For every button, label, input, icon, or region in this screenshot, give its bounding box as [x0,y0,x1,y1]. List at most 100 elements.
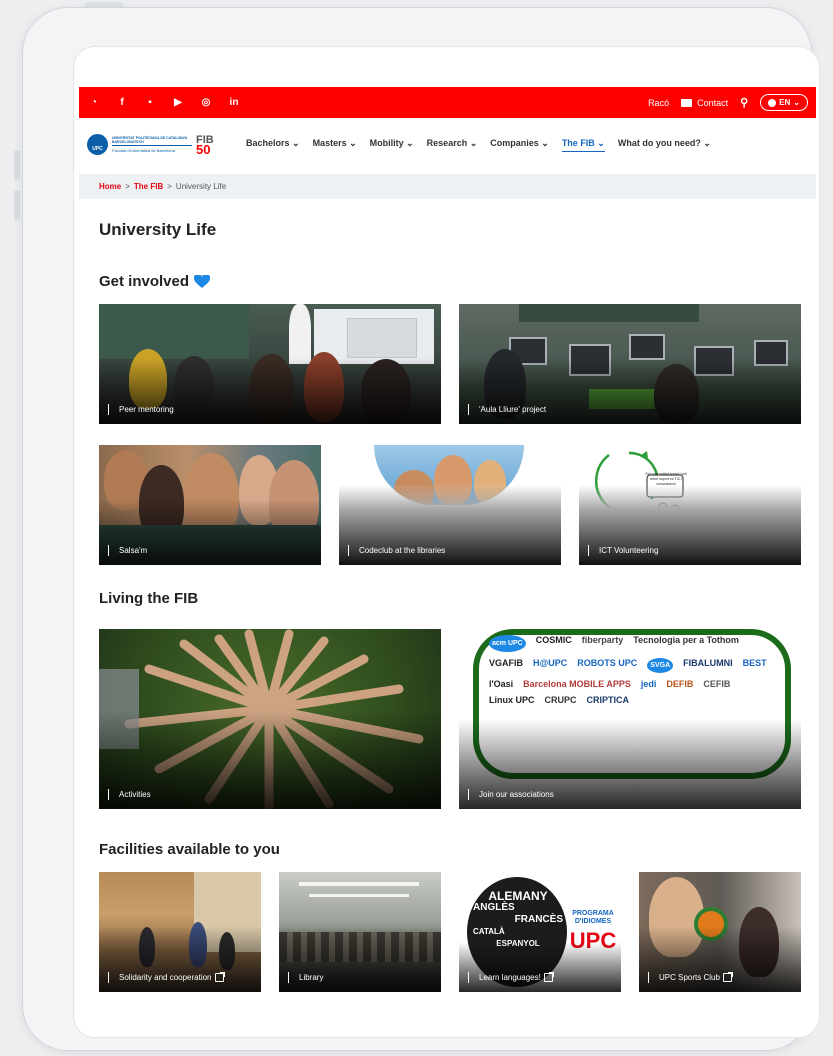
card-ict-volunteering[interactable]: Sóc una entitat social i vull rebre supo… [579,445,801,565]
card-label: Join our associations [468,789,554,800]
breadcrumb-separator: > [167,182,172,191]
card-label: Peer mentoring [108,404,174,415]
card-label: Library [288,972,323,983]
association-logo: l'Oasi [489,679,514,689]
card-label-text: Learn languages! [479,973,541,982]
section-title-living: Living the FIB [99,590,198,607]
menu-item-the-fib[interactable]: The FIB ⌄ [561,138,605,152]
association-logo: FIBALUMNI [683,658,733,668]
breadcrumb-current: University Life [175,182,227,191]
breadcrumb-home[interactable]: Home [99,182,121,191]
chevron-down-icon: ⌄ [793,98,800,107]
tablet-side-button [14,150,20,180]
card-label-text: 'Aula Lliure' project [479,405,547,414]
rss-icon[interactable]: ◔ [87,97,101,108]
search-icon[interactable]: ⚲ [740,96,748,109]
language-word: CATALÀ [473,927,505,936]
card-label-text: Salsa'm [119,546,148,555]
card-label-text: UPC Sports Club [659,973,720,982]
association-logo: DEFIB [666,679,694,689]
association-logo: CRIPTICA [586,695,630,705]
living-heading: Living the FIB [99,590,199,607]
card-label: Activities [108,789,151,800]
flickr-icon[interactable]: ▪ [143,97,157,108]
contact-link[interactable]: Contact [681,98,728,108]
card-activities[interactable]: Activities [99,629,441,809]
card-salsam[interactable]: Salsa'm [99,445,321,565]
external-link-icon [214,972,225,982]
card-codeclub[interactable]: Codeclub at the libraries [339,445,561,565]
browser-screen: ◔ f ▪ ▶ ◎ in Racó Contact ⚲ EN ⌄ UPC UNI… [73,46,820,1038]
menu-bar: Bachelors ⌄ Masters ⌄ Mobility ⌄ Research ⌄… [246,138,711,152]
upc-logo-icon: UPC [87,134,108,155]
menu-item-mobility[interactable]: Mobility ⌄ [370,138,414,152]
card-library[interactable]: Library [279,872,441,992]
association-logo: Linux UPC [489,695,535,705]
association-logo: COSMIC [535,635,572,645]
card-label-text: Solidarity and cooperation [119,973,212,982]
external-link-icon [722,972,733,982]
card-solidarity[interactable]: Solidarity and cooperation [99,872,261,992]
card-label: Codeclub at the libraries [348,545,445,556]
contact-label: Contact [697,97,729,108]
facilities-heading: Facilities available to you [99,841,280,858]
association-logo: Barcelona MOBILE APPS [523,679,631,689]
external-link-icon [543,972,554,982]
association-logo: SVGA [647,658,674,673]
heart-icon [194,274,211,288]
association-logo: jedi [640,679,657,689]
envelope-icon [681,98,693,107]
card-associations[interactable]: acm UPC COSMIC fiberparty Tecnologia per a … [459,629,801,809]
section-title-facilities: Facilities available to you [99,841,280,858]
association-logo: VGAFIB [489,658,524,668]
language-label: EN [779,98,791,107]
card-label-text: Join our associations [479,790,554,799]
card-label: 'Aula Lliure' project [468,404,546,415]
card-label: Learn languages! [468,972,554,983]
fifty-logo-text: 50 [196,141,211,157]
card-label-text: Codeclub at the libraries [359,546,446,555]
association-logo: BEST [742,658,767,668]
menu-item-companies[interactable]: Companies ⌄ [490,138,549,152]
breadcrumb-fib[interactable]: The FIB [134,182,163,191]
card-label-text: ICT Volunteering [599,546,659,555]
card-label: Solidarity and cooperation [108,972,225,983]
linkedin-icon[interactable]: in [227,97,241,108]
card-sports[interactable]: UPC Sports Club [639,872,801,992]
upc-logo-text: UPC [92,146,103,152]
association-logo: CRUPC [544,695,577,705]
language-selector[interactable]: EN ⌄ [760,94,808,111]
get-involved-heading: Get involved [99,273,190,290]
youtube-icon[interactable]: ▶ [171,97,185,108]
association-logo: H@UPC [533,658,568,668]
programa-idiomes-text: PROGRAMA D'IDIOMES [572,910,614,925]
menu-item-research[interactable]: Research ⌄ [427,138,478,152]
menu-item-masters[interactable]: Masters ⌄ [313,138,357,152]
section-title-get-involved: Get involved [99,273,211,290]
card-label-text: Peer mentoring [119,405,174,414]
globe-icon [768,98,777,107]
raco-link[interactable]: Racó [648,98,669,108]
upc-fib-logo[interactable]: UPC UNIVERSITAT POLITÈCNICA DE CATALUNYA… [87,134,192,155]
card-label: UPC Sports Club [648,972,733,983]
card-aula-lliure[interactable]: 'Aula Lliure' project [459,304,801,424]
menu-item-what-do-you-need[interactable]: What do you need? ⌄ [618,138,711,152]
breadcrumb: Home > The FIB > University Life [79,174,816,199]
menu-item-bachelors[interactable]: Bachelors ⌄ [246,138,300,152]
language-words: ALEMANYANGLÈSFRANCÈSCATALÀESPANYOL [473,890,563,950]
facebook-icon[interactable]: f [115,97,129,108]
language-word: ALEMANY [488,889,548,903]
card-languages[interactable]: ALEMANYANGLÈSFRANCÈSCATALÀESPANYOL PROGR… [459,872,621,992]
instagram-icon[interactable]: ◎ [199,97,213,108]
breadcrumb-separator: > [125,182,130,191]
card-peer-mentoring[interactable]: Peer mentoring [99,304,441,424]
fib50-logo[interactable]: FIB 50 [196,134,230,157]
language-word: ANGLÈS [473,902,515,913]
card-label-text: Activities [119,790,151,799]
card-label: Salsa'm [108,545,147,556]
card-label-text: Library [299,973,324,982]
association-logo: ROBOTS UPC [577,658,638,668]
upc-name: UNIVERSITAT POLITÈCNICA DE CATALUNYA BAR… [112,136,187,144]
tablet-frame: ◔ f ▪ ▶ ◎ in Racó Contact ⚲ EN ⌄ UPC UNI… [22,7,820,1051]
main-navigation: UPC UNIVERSITAT POLITÈCNICA DE CATALUNYA… [79,118,816,171]
